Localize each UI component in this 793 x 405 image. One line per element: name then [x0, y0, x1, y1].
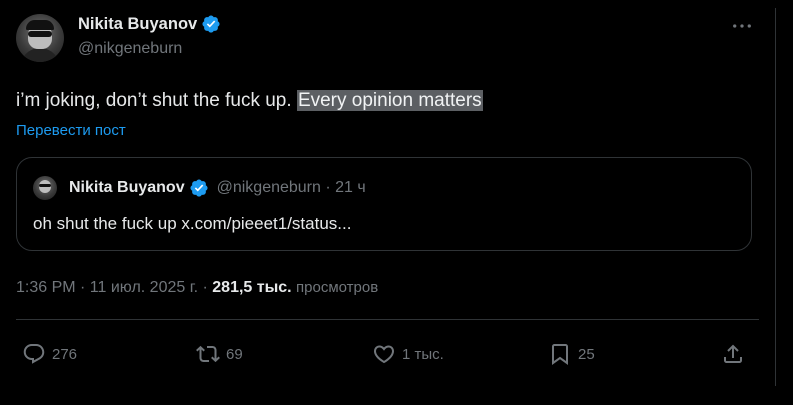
divider	[16, 319, 759, 320]
author-name-row: Nikita Buyanov	[78, 14, 221, 34]
heart-icon	[372, 342, 396, 366]
author-handle[interactable]: @nikgeneburn	[78, 40, 182, 58]
translate-link[interactable]: Перевести пост	[16, 122, 126, 139]
retweet-count: 69	[226, 345, 243, 363]
retweet-button[interactable]: 69	[196, 342, 243, 366]
share-icon	[721, 342, 745, 366]
reply-count: 276	[52, 345, 78, 363]
author-avatar[interactable]	[16, 14, 64, 62]
tweet-timestamp[interactable]: 1:36 PM · 11 июл. 2025 г. ·	[16, 279, 212, 296]
like-count: 1 тыс.	[402, 345, 444, 363]
tweet-text-highlighted: Every opinion matters	[296, 90, 483, 111]
reply-icon	[22, 342, 46, 366]
tweet-text: i’m joking, don’t shut the fuck up. Ever…	[16, 89, 483, 113]
quoted-tweet[interactable]: Nikita Buyanov @nikgeneburn · 21 ч oh sh…	[16, 157, 752, 251]
author-display-name[interactable]: Nikita Buyanov	[78, 15, 197, 34]
quoted-header: Nikita Buyanov @nikgeneburn · 21 ч	[69, 178, 366, 198]
quoted-text: oh shut the fuck up x.com/pieeet1/status…	[33, 214, 352, 233]
verified-badge-icon	[189, 178, 209, 198]
reply-button[interactable]: 276	[22, 342, 77, 366]
quoted-meta: @nikgeneburn · 21 ч	[216, 179, 366, 196]
share-button[interactable]	[721, 342, 745, 366]
verified-badge-icon[interactable]	[201, 14, 221, 34]
tweet-card[interactable]: Nikita Buyanov @nikgeneburn i’m joking, …	[0, 0, 775, 405]
like-button[interactable]: 1 тыс.	[372, 342, 444, 366]
retweet-icon	[196, 342, 220, 366]
bookmark-icon	[548, 342, 572, 366]
tweet-meta: 1:36 PM · 11 июл. 2025 г. · 281,5 тыс. п…	[16, 279, 378, 297]
quoted-display-name[interactable]: Nikita Buyanov	[69, 179, 185, 197]
quoted-author-avatar[interactable]	[33, 176, 57, 200]
bookmark-button[interactable]: 25	[548, 342, 595, 366]
bookmark-count: 25	[578, 345, 595, 363]
more-icon[interactable]	[731, 16, 753, 36]
tweet-text-plain: i’m joking, don’t shut the fuck up.	[16, 90, 292, 111]
views-label: просмотров	[296, 279, 379, 296]
views-count: 281,5 тыс.	[212, 279, 292, 296]
column-divider	[775, 8, 776, 386]
